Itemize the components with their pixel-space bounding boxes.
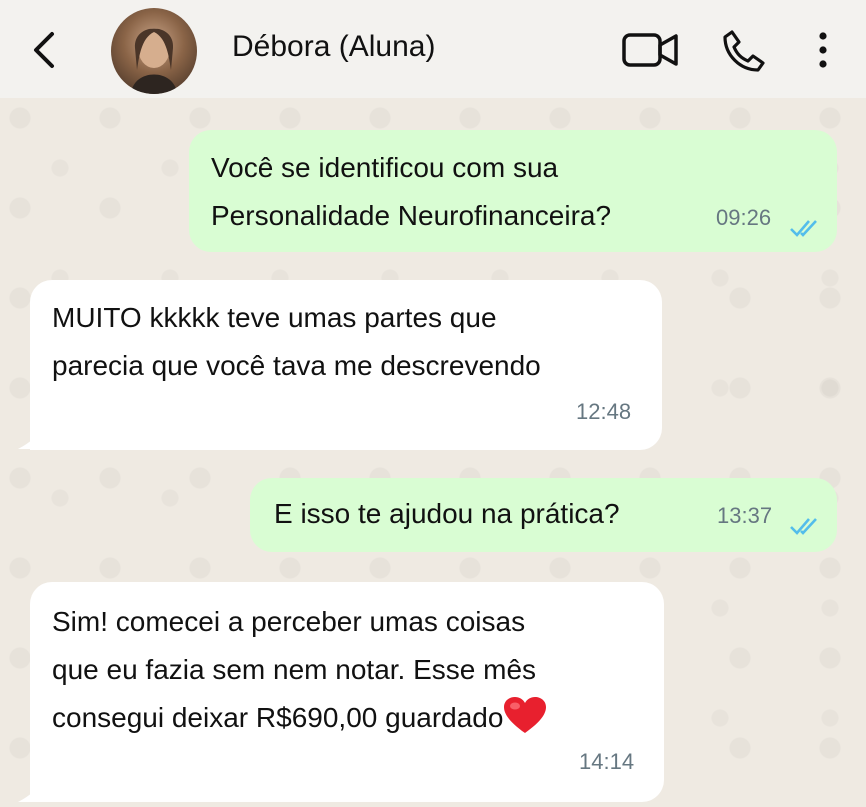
- avatar[interactable]: [111, 8, 197, 94]
- message-bubble-incoming[interactable]: Sim! comecei a perceber umas coisas que …: [30, 582, 664, 802]
- message-bubble-incoming[interactable]: MUITO kkkkk teve umas partes que parecia…: [30, 280, 662, 450]
- more-menu-icon[interactable]: [810, 28, 836, 72]
- read-ticks-icon: [790, 220, 817, 237]
- message-text: Sim! comecei a perceber umas coisas: [52, 606, 526, 637]
- contact-name[interactable]: Débora (Aluna): [232, 30, 435, 64]
- message-time: 13:37: [717, 503, 773, 528]
- message-time: 14:14: [579, 749, 635, 774]
- message-time: 12:48: [576, 399, 632, 424]
- message-text: parecia que você tava me descrevendo: [52, 350, 541, 381]
- message-text-line: consegui deixar R$690,00 guardado: [52, 694, 664, 742]
- back-icon[interactable]: [26, 28, 62, 72]
- message-time: 09:26: [716, 205, 772, 230]
- chat-header: Débora (Aluna): [0, 0, 866, 98]
- message-text: que eu fazia sem nem notar. Esse mês: [52, 654, 537, 685]
- message-text: MUITO kkkkk teve umas partes que: [52, 302, 497, 333]
- video-call-icon[interactable]: [622, 30, 678, 70]
- phone-icon[interactable]: [720, 28, 766, 74]
- heart-emoji-icon: [504, 697, 547, 733]
- read-ticks-icon: [790, 518, 817, 535]
- message-bubble-outgoing[interactable]: E isso te ajudou na prática? 13:37: [250, 478, 837, 552]
- message-text: Você se identificou com sua: [211, 152, 559, 183]
- message-bubble-outgoing[interactable]: Você se identificou com sua Personalidad…: [189, 130, 837, 252]
- message-text: consegui deixar R$690,00 guardado: [52, 702, 504, 733]
- chat-area: Você se identificou com sua Personalidad…: [0, 98, 866, 807]
